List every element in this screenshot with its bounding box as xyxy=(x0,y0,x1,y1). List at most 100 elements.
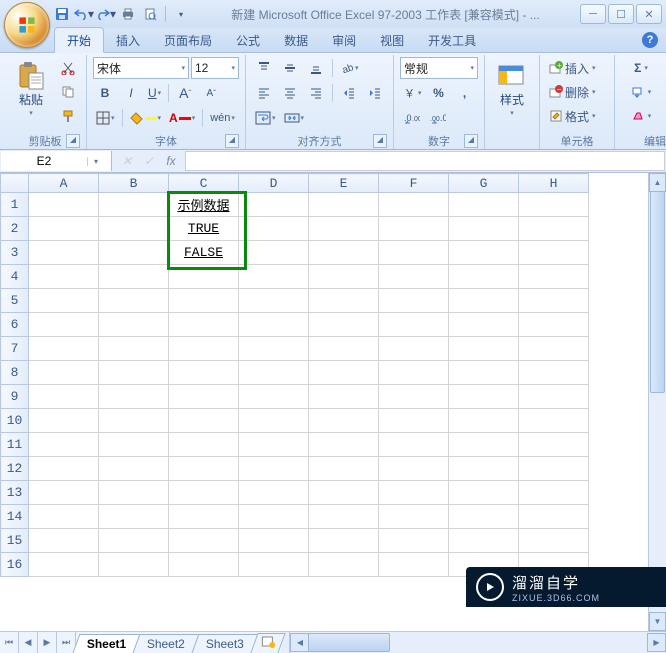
cell[interactable] xyxy=(379,217,449,241)
cell[interactable] xyxy=(169,457,239,481)
cell[interactable] xyxy=(449,265,519,289)
vertical-scrollbar[interactable]: ▲ ▼ xyxy=(648,173,666,631)
cell[interactable] xyxy=(519,529,589,553)
new-sheet-icon[interactable] xyxy=(251,633,286,653)
cell[interactable] xyxy=(239,361,309,385)
cell[interactable] xyxy=(449,313,519,337)
cell[interactable] xyxy=(379,505,449,529)
cell[interactable] xyxy=(99,337,169,361)
cell[interactable] xyxy=(309,337,379,361)
cell[interactable] xyxy=(379,553,449,577)
sheet-nav-next-icon[interactable]: ▶ xyxy=(38,632,57,653)
cell[interactable]: FALSE xyxy=(169,241,239,265)
cell[interactable] xyxy=(449,193,519,217)
col-header[interactable]: G xyxy=(449,174,519,193)
cell[interactable] xyxy=(519,193,589,217)
scroll-left-icon[interactable]: ◀ xyxy=(290,633,309,652)
sheet-tab[interactable]: Sheet3 xyxy=(192,634,259,653)
row-header[interactable]: 8 xyxy=(1,361,29,385)
cell[interactable] xyxy=(99,289,169,313)
row-header[interactable]: 16 xyxy=(1,553,29,577)
tab-developer[interactable]: 开发工具 xyxy=(416,28,488,52)
cell[interactable] xyxy=(239,313,309,337)
cell[interactable] xyxy=(29,313,99,337)
cell[interactable] xyxy=(169,481,239,505)
cell[interactable] xyxy=(309,409,379,433)
cell[interactable] xyxy=(239,289,309,313)
shrink-font-button[interactable]: Aˇ xyxy=(199,82,223,104)
cell[interactable] xyxy=(449,337,519,361)
vscroll-thumb[interactable] xyxy=(650,191,665,393)
qat-preview-icon[interactable] xyxy=(140,4,160,24)
row-header[interactable]: 5 xyxy=(1,289,29,313)
cell[interactable] xyxy=(169,265,239,289)
cell[interactable] xyxy=(519,265,589,289)
number-launcher-icon[interactable]: ◢ xyxy=(464,134,478,148)
cell[interactable] xyxy=(449,409,519,433)
horizontal-scrollbar[interactable]: ◀ ▶ xyxy=(289,632,666,653)
cancel-formula-icon[interactable]: ✕ xyxy=(117,152,137,170)
cell[interactable] xyxy=(169,529,239,553)
col-header[interactable]: E xyxy=(309,174,379,193)
cell[interactable] xyxy=(99,409,169,433)
cell[interactable] xyxy=(239,409,309,433)
col-header[interactable]: C xyxy=(169,174,239,193)
maximize-button[interactable]: ☐ xyxy=(608,4,634,24)
cell[interactable] xyxy=(449,385,519,409)
cell[interactable] xyxy=(169,505,239,529)
hscroll-thumb[interactable] xyxy=(308,633,390,652)
minimize-button[interactable]: ─ xyxy=(580,4,606,24)
qat-print-icon[interactable] xyxy=(118,4,138,24)
tab-data[interactable]: 数据 xyxy=(272,28,320,52)
cell[interactable] xyxy=(309,553,379,577)
cell[interactable] xyxy=(239,457,309,481)
cell[interactable] xyxy=(99,385,169,409)
row-header[interactable]: 11 xyxy=(1,433,29,457)
cell[interactable] xyxy=(449,457,519,481)
cell[interactable] xyxy=(519,505,589,529)
cell[interactable] xyxy=(99,193,169,217)
cell[interactable] xyxy=(309,289,379,313)
cell[interactable]: 示例数据 xyxy=(169,193,239,217)
cell[interactable] xyxy=(99,529,169,553)
cell[interactable] xyxy=(99,241,169,265)
cell[interactable] xyxy=(29,241,99,265)
cell[interactable] xyxy=(519,433,589,457)
qat-undo-icon[interactable]: ▾ xyxy=(74,4,94,24)
cut-icon[interactable] xyxy=(56,57,80,79)
cell[interactable] xyxy=(29,529,99,553)
row-header[interactable]: 12 xyxy=(1,457,29,481)
cell[interactable] xyxy=(29,193,99,217)
cell[interactable] xyxy=(309,217,379,241)
cell[interactable] xyxy=(29,505,99,529)
cell[interactable] xyxy=(449,241,519,265)
qat-customize-icon[interactable]: ▾ xyxy=(171,4,191,24)
decrease-decimals-icon[interactable]: .00.0 xyxy=(426,107,450,129)
fill-color-icon[interactable]: ▾ xyxy=(127,107,165,129)
cell[interactable] xyxy=(309,193,379,217)
row-header[interactable]: 9 xyxy=(1,385,29,409)
row-header[interactable]: 10 xyxy=(1,409,29,433)
cell[interactable] xyxy=(519,361,589,385)
cell[interactable] xyxy=(519,385,589,409)
cell[interactable] xyxy=(169,337,239,361)
styles-button[interactable]: 样式 ▾ xyxy=(491,57,533,118)
italic-button[interactable]: I xyxy=(119,82,143,104)
cell[interactable] xyxy=(309,385,379,409)
cell[interactable] xyxy=(29,361,99,385)
cell[interactable] xyxy=(379,385,449,409)
merge-center-icon[interactable]: ▾ xyxy=(281,107,308,129)
cell[interactable] xyxy=(449,361,519,385)
name-box-input[interactable] xyxy=(1,154,87,168)
cell[interactable] xyxy=(29,433,99,457)
cell[interactable] xyxy=(309,433,379,457)
column-headers[interactable]: A B C D E F G H xyxy=(1,174,666,193)
cell[interactable] xyxy=(519,217,589,241)
cell[interactable] xyxy=(519,409,589,433)
row-header[interactable]: 15 xyxy=(1,529,29,553)
cell[interactable] xyxy=(519,313,589,337)
cell[interactable] xyxy=(309,481,379,505)
cell[interactable] xyxy=(99,505,169,529)
cell[interactable] xyxy=(99,217,169,241)
cell[interactable] xyxy=(519,481,589,505)
